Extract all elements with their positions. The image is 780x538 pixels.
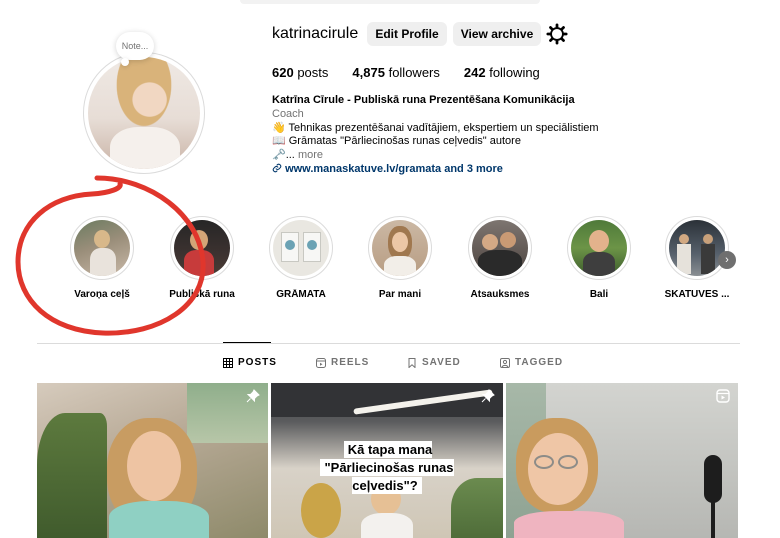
bio-category: Coach <box>272 107 304 120</box>
pinned-icon <box>481 389 495 403</box>
settings-gear-icon[interactable] <box>546 23 568 45</box>
reel-icon <box>716 389 730 403</box>
tabs-divider <box>37 343 740 344</box>
highlight-publiska-runa[interactable]: Publiskā runa <box>157 216 247 300</box>
pinned-icon <box>246 389 260 403</box>
bio-more-link[interactable]: more <box>298 149 323 161</box>
posts-stat: 620 posts <box>272 65 329 80</box>
bio-line-3: 🗝️... more <box>272 149 732 163</box>
highlight-label: Bali <box>589 289 609 300</box>
top-edge <box>240 0 540 4</box>
profile-stats: 620 posts 4,875 followers 242 following <box>272 65 540 80</box>
bio-website-link[interactable]: www.manaskatuve.lv/gramata and 3 more <box>285 163 503 175</box>
profile-bio: Katrīna Cīrule - Publiskā runa Prezentēš… <box>272 94 732 177</box>
tab-label: TAGGED <box>515 357 564 368</box>
tab-posts[interactable]: POSTS <box>223 357 277 368</box>
followers-stat[interactable]: 4,875 followers <box>352 65 439 80</box>
active-tab-indicator <box>223 342 271 343</box>
reels-icon <box>316 357 326 368</box>
post-tile-1[interactable] <box>37 383 268 538</box>
highlight-cover <box>74 220 130 276</box>
highlight-cover <box>472 220 528 276</box>
note-bubble[interactable]: Note... <box>116 32 154 60</box>
profile-username: katrinacirule <box>272 25 359 42</box>
highlight-label: Publiskā runa <box>169 289 235 300</box>
post-tile-3[interactable] <box>506 383 738 538</box>
tab-label: SAVED <box>422 357 461 368</box>
avatar-photo <box>88 57 200 169</box>
bio-line-1: 👋 Tehnikas prezentēšanai vadītājiem, eks… <box>272 121 599 134</box>
edit-profile-button[interactable]: Edit Profile <box>367 22 447 46</box>
highlight-bali[interactable]: Bali <box>554 216 644 300</box>
link-icon <box>272 163 282 173</box>
highlight-label: GRĀMATA <box>276 289 326 300</box>
tab-reels[interactable]: REELS <box>316 357 369 368</box>
highlight-gramata[interactable]: GRĀMATA <box>256 216 346 300</box>
highlight-label: Atsauksmes <box>470 289 530 300</box>
bio-link-row[interactable]: www.manaskatuve.lv/gramata and 3 more <box>272 163 732 177</box>
note-placeholder: Note... <box>121 41 149 51</box>
view-archive-button[interactable]: View archive <box>453 22 541 46</box>
highlight-cover <box>669 220 725 276</box>
bio-name: Katrīna Cīrule - Publiskā runa Prezentēš… <box>272 94 575 106</box>
highlights-next-chevron-icon[interactable]: › <box>718 251 736 269</box>
bio-key-icon: 🗝️... <box>272 149 295 162</box>
highlight-par-mani[interactable]: Par mani <box>355 216 445 300</box>
bookmark-icon <box>408 357 416 368</box>
highlight-label: SKATUVES ... <box>664 289 730 300</box>
tab-saved[interactable]: SAVED <box>407 357 461 368</box>
highlight-label: Varoņa ceļš <box>74 289 130 300</box>
tag-icon <box>500 357 510 368</box>
note-bubble-tail <box>121 58 129 66</box>
highlight-label: Par mani <box>378 289 422 300</box>
highlight-cover <box>273 220 329 276</box>
highlight-cover <box>571 220 627 276</box>
post-caption-line-2: "Pārliecinošas runas ceļvedis"? <box>285 459 489 495</box>
highlight-varona-cels[interactable]: Varoņa ceļš <box>57 216 147 300</box>
profile-avatar[interactable] <box>83 52 205 174</box>
highlight-cover <box>174 220 230 276</box>
tab-label: POSTS <box>238 357 277 368</box>
grid-icon <box>223 357 233 368</box>
tab-tagged[interactable]: TAGGED <box>500 357 563 368</box>
tab-label: REELS <box>331 357 370 368</box>
highlight-cover <box>372 220 428 276</box>
bio-line-2: 📖 Grāmatas "Pārliecinošas runas ceļvedis… <box>272 135 521 148</box>
post-tile-2[interactable]: Kā tapa mana grāmata "Pārliecinošas runa… <box>271 383 503 538</box>
following-stat[interactable]: 242 following <box>464 65 540 80</box>
highlight-atsauksmes[interactable]: Atsauksmes <box>455 216 545 300</box>
